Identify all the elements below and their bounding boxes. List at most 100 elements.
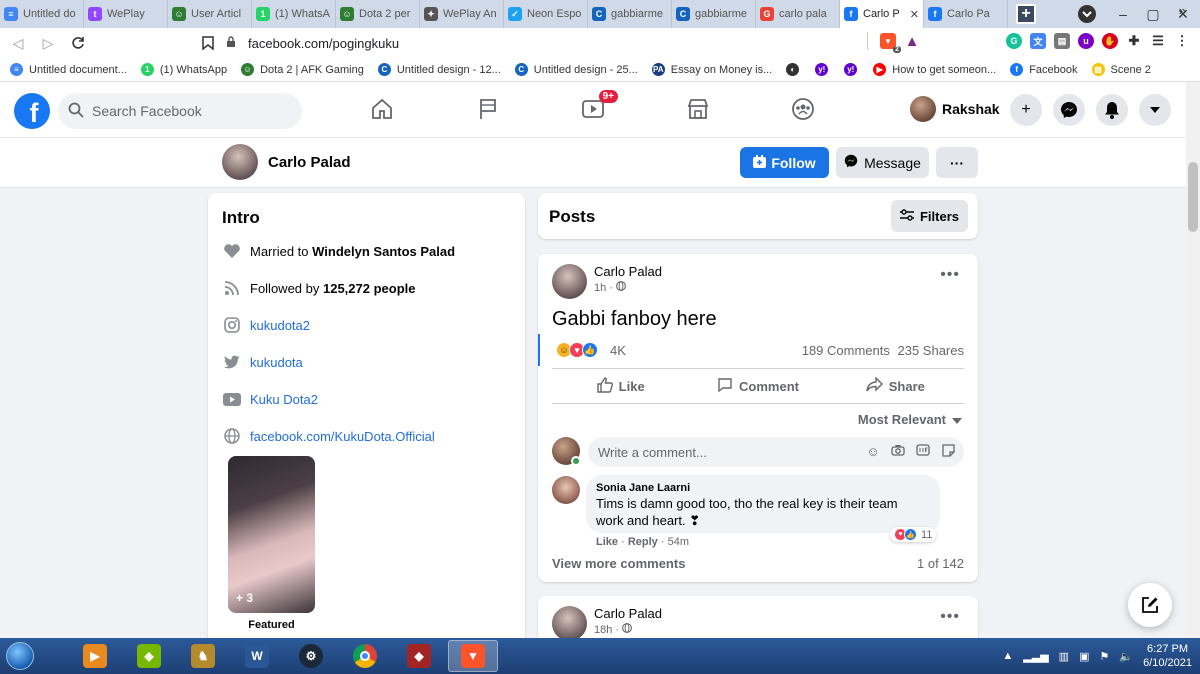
extensions-puzzle-icon[interactable]: ✚ — [1126, 33, 1142, 49]
tab-close-icon[interactable]: ✕ — [910, 8, 919, 21]
comment-time[interactable]: 54m — [668, 536, 689, 548]
instagram-link[interactable]: kukudota2 — [250, 318, 310, 333]
scrollbar-thumb[interactable] — [1188, 162, 1198, 232]
browser-tab[interactable]: ≡ Untitled do — [0, 0, 84, 28]
sticker-icon[interactable] — [940, 444, 956, 460]
bookmark-item[interactable]: C Untitled design - 25... — [514, 63, 638, 76]
shares-count[interactable]: 235 Shares — [898, 343, 965, 358]
post-author-name[interactable]: Carlo Palad — [594, 606, 662, 621]
comments-count[interactable]: 189 Comments — [802, 343, 890, 358]
page-scrollbar[interactable] — [1186, 82, 1200, 638]
back-icon[interactable]: ◁ — [6, 31, 30, 55]
bookmark-item[interactable]: ▶ How to get someon... — [873, 63, 996, 76]
twitter-link[interactable]: kukudota — [250, 355, 303, 370]
ad-blocker-icon[interactable]: ✋ — [1102, 33, 1118, 49]
browser-tab[interactable]: Gcarlo pala — [756, 0, 840, 28]
reload-icon[interactable] — [66, 31, 90, 55]
profile-name[interactable]: Carlo Palad — [268, 154, 351, 171]
reaction-icons[interactable]: ☺ ♥ 👍 — [556, 342, 598, 358]
post-author-avatar[interactable] — [552, 264, 587, 299]
reading-list-icon[interactable]: ☰ — [1150, 33, 1166, 49]
post-author-name[interactable]: Carlo Palad — [594, 264, 662, 279]
browser-tab[interactable]: ✦ WePlay An — [420, 0, 504, 28]
post-author-avatar[interactable] — [552, 606, 587, 641]
url-field[interactable]: facebook.com/pogingkuku — [226, 32, 930, 54]
post-options-icon[interactable]: ••• — [940, 608, 960, 626]
bookmark-icon[interactable] — [196, 31, 220, 55]
network-icon[interactable]: ▣ — [1079, 650, 1089, 663]
grammarly-icon[interactable]: G — [1006, 33, 1022, 49]
marketplace-icon[interactable] — [683, 94, 713, 124]
account-menu-chevron-icon[interactable] — [1139, 94, 1171, 126]
followed-count[interactable]: 125,272 people — [323, 281, 416, 296]
taskbar-word[interactable]: W — [232, 640, 282, 672]
bookmark-item[interactable]: ☺ Dota 2 | AFK Gaming — [241, 63, 364, 76]
website-link[interactable]: facebook.com/KukuDota.Official — [250, 429, 435, 444]
system-clock[interactable]: 6:27 PM 6/10/2021 — [1143, 642, 1192, 670]
commenter-name[interactable]: Sonia Jane Laarni — [596, 482, 930, 494]
brave-shield-icon[interactable]: ▼ 2 — [880, 33, 901, 53]
filters-button[interactable]: Filters — [891, 200, 968, 232]
comment-reactions[interactable]: ♥ 👍 11 — [890, 527, 937, 542]
bookmark-item[interactable]: ◐ — [786, 63, 805, 76]
post-timestamp[interactable]: 1h · — [594, 281, 626, 294]
tab-search-icon[interactable] — [1076, 3, 1098, 25]
browser-tab[interactable]: f Carlo P ✕ — [840, 0, 924, 28]
comment-sort-dropdown[interactable]: Most Relevant — [858, 412, 962, 427]
browser-tab[interactable]: f Carlo Pa — [924, 0, 1008, 28]
flag-icon[interactable]: ⚑ — [1099, 650, 1109, 663]
browser-tab[interactable]: 1 (1) WhatsA — [252, 0, 336, 28]
featured-story-thumbnail[interactable]: + 3 — [228, 456, 315, 613]
browser-tab[interactable]: t WePlay — [84, 0, 168, 28]
signal-icon[interactable]: ▂▃▅ — [1023, 650, 1048, 663]
groups-icon[interactable] — [788, 94, 818, 124]
taskbar-chrome[interactable] — [340, 640, 390, 672]
bookmark-item[interactable]: ▧ Scene 2 — [1091, 63, 1151, 76]
camera-icon[interactable] — [890, 444, 906, 460]
bookmark-item[interactable]: y! — [844, 63, 863, 76]
follow-button[interactable]: Follow — [740, 147, 829, 178]
share-button[interactable]: Share — [827, 369, 964, 403]
translate-icon[interactable]: 文 — [1030, 33, 1046, 49]
post-options-icon[interactable]: ••• — [940, 266, 960, 284]
emoji-icon[interactable]: ☺ — [865, 444, 881, 460]
bookmarks-overflow-icon[interactable]: » — [1179, 3, 1186, 18]
window-minimize-icon[interactable]: – — [1112, 3, 1134, 25]
browser-tab[interactable]: ☺ User Articl — [168, 0, 252, 28]
messenger-icon[interactable] — [1053, 94, 1085, 126]
message-button[interactable]: Message — [836, 147, 929, 178]
write-comment-input[interactable]: Write a comment... ☺ — [588, 437, 964, 467]
married-partner-name[interactable]: Windelyn Santos Palad — [312, 244, 455, 259]
commenter-avatar[interactable] — [552, 476, 580, 504]
taskbar-brave[interactable]: ▼ — [448, 640, 498, 672]
gif-icon[interactable] — [915, 444, 931, 460]
bookmark-item[interactable]: PA Essay on Money is... — [651, 63, 772, 76]
taskbar-steam[interactable]: ⚙ — [286, 640, 336, 672]
extension-stack-icon[interactable]: ▤ — [1054, 33, 1070, 49]
start-button[interactable] — [0, 638, 40, 674]
browser-tab[interactable]: ✓ Neon Espo — [504, 0, 588, 28]
home-icon[interactable] — [367, 94, 397, 124]
bookmark-item[interactable]: C Untitled design - 12... — [377, 63, 501, 76]
create-plus-icon[interactable]: + — [1010, 94, 1042, 126]
browser-tab[interactable]: Cgabbiarme — [672, 0, 756, 28]
browser-tab[interactable]: ☺ Dota 2 per — [336, 0, 420, 28]
new-message-compose-button[interactable] — [1128, 583, 1172, 627]
post-timestamp[interactable]: 18h · — [594, 623, 632, 636]
facebook-logo-icon[interactable]: f — [14, 93, 50, 129]
comment-button[interactable]: Comment — [689, 369, 826, 403]
comment-like-link[interactable]: Like — [596, 536, 618, 548]
browser-tab[interactable]: Cgabbiarme — [588, 0, 672, 28]
bookmark-item[interactable]: 1 (1) WhatsApp — [140, 63, 227, 76]
youtube-link[interactable]: Kuku Dota2 — [250, 392, 318, 407]
comment-reply-link[interactable]: Reply — [628, 536, 658, 548]
taskbar-nvidia[interactable]: ◈ — [124, 640, 174, 672]
bookmark-item[interactable]: ≡ Untitled document... — [10, 63, 127, 76]
bookmark-item[interactable]: f Facebook — [1010, 63, 1078, 76]
new-tab-button[interactable]: + — [1016, 4, 1036, 24]
bookmark-item[interactable]: y! — [815, 63, 834, 76]
view-more-comments-link[interactable]: View more comments — [552, 556, 685, 571]
notifications-bell-icon[interactable] — [1096, 94, 1128, 126]
pages-flag-icon[interactable] — [473, 94, 503, 124]
account-profile-chip[interactable]: Rakshak — [910, 96, 1000, 122]
